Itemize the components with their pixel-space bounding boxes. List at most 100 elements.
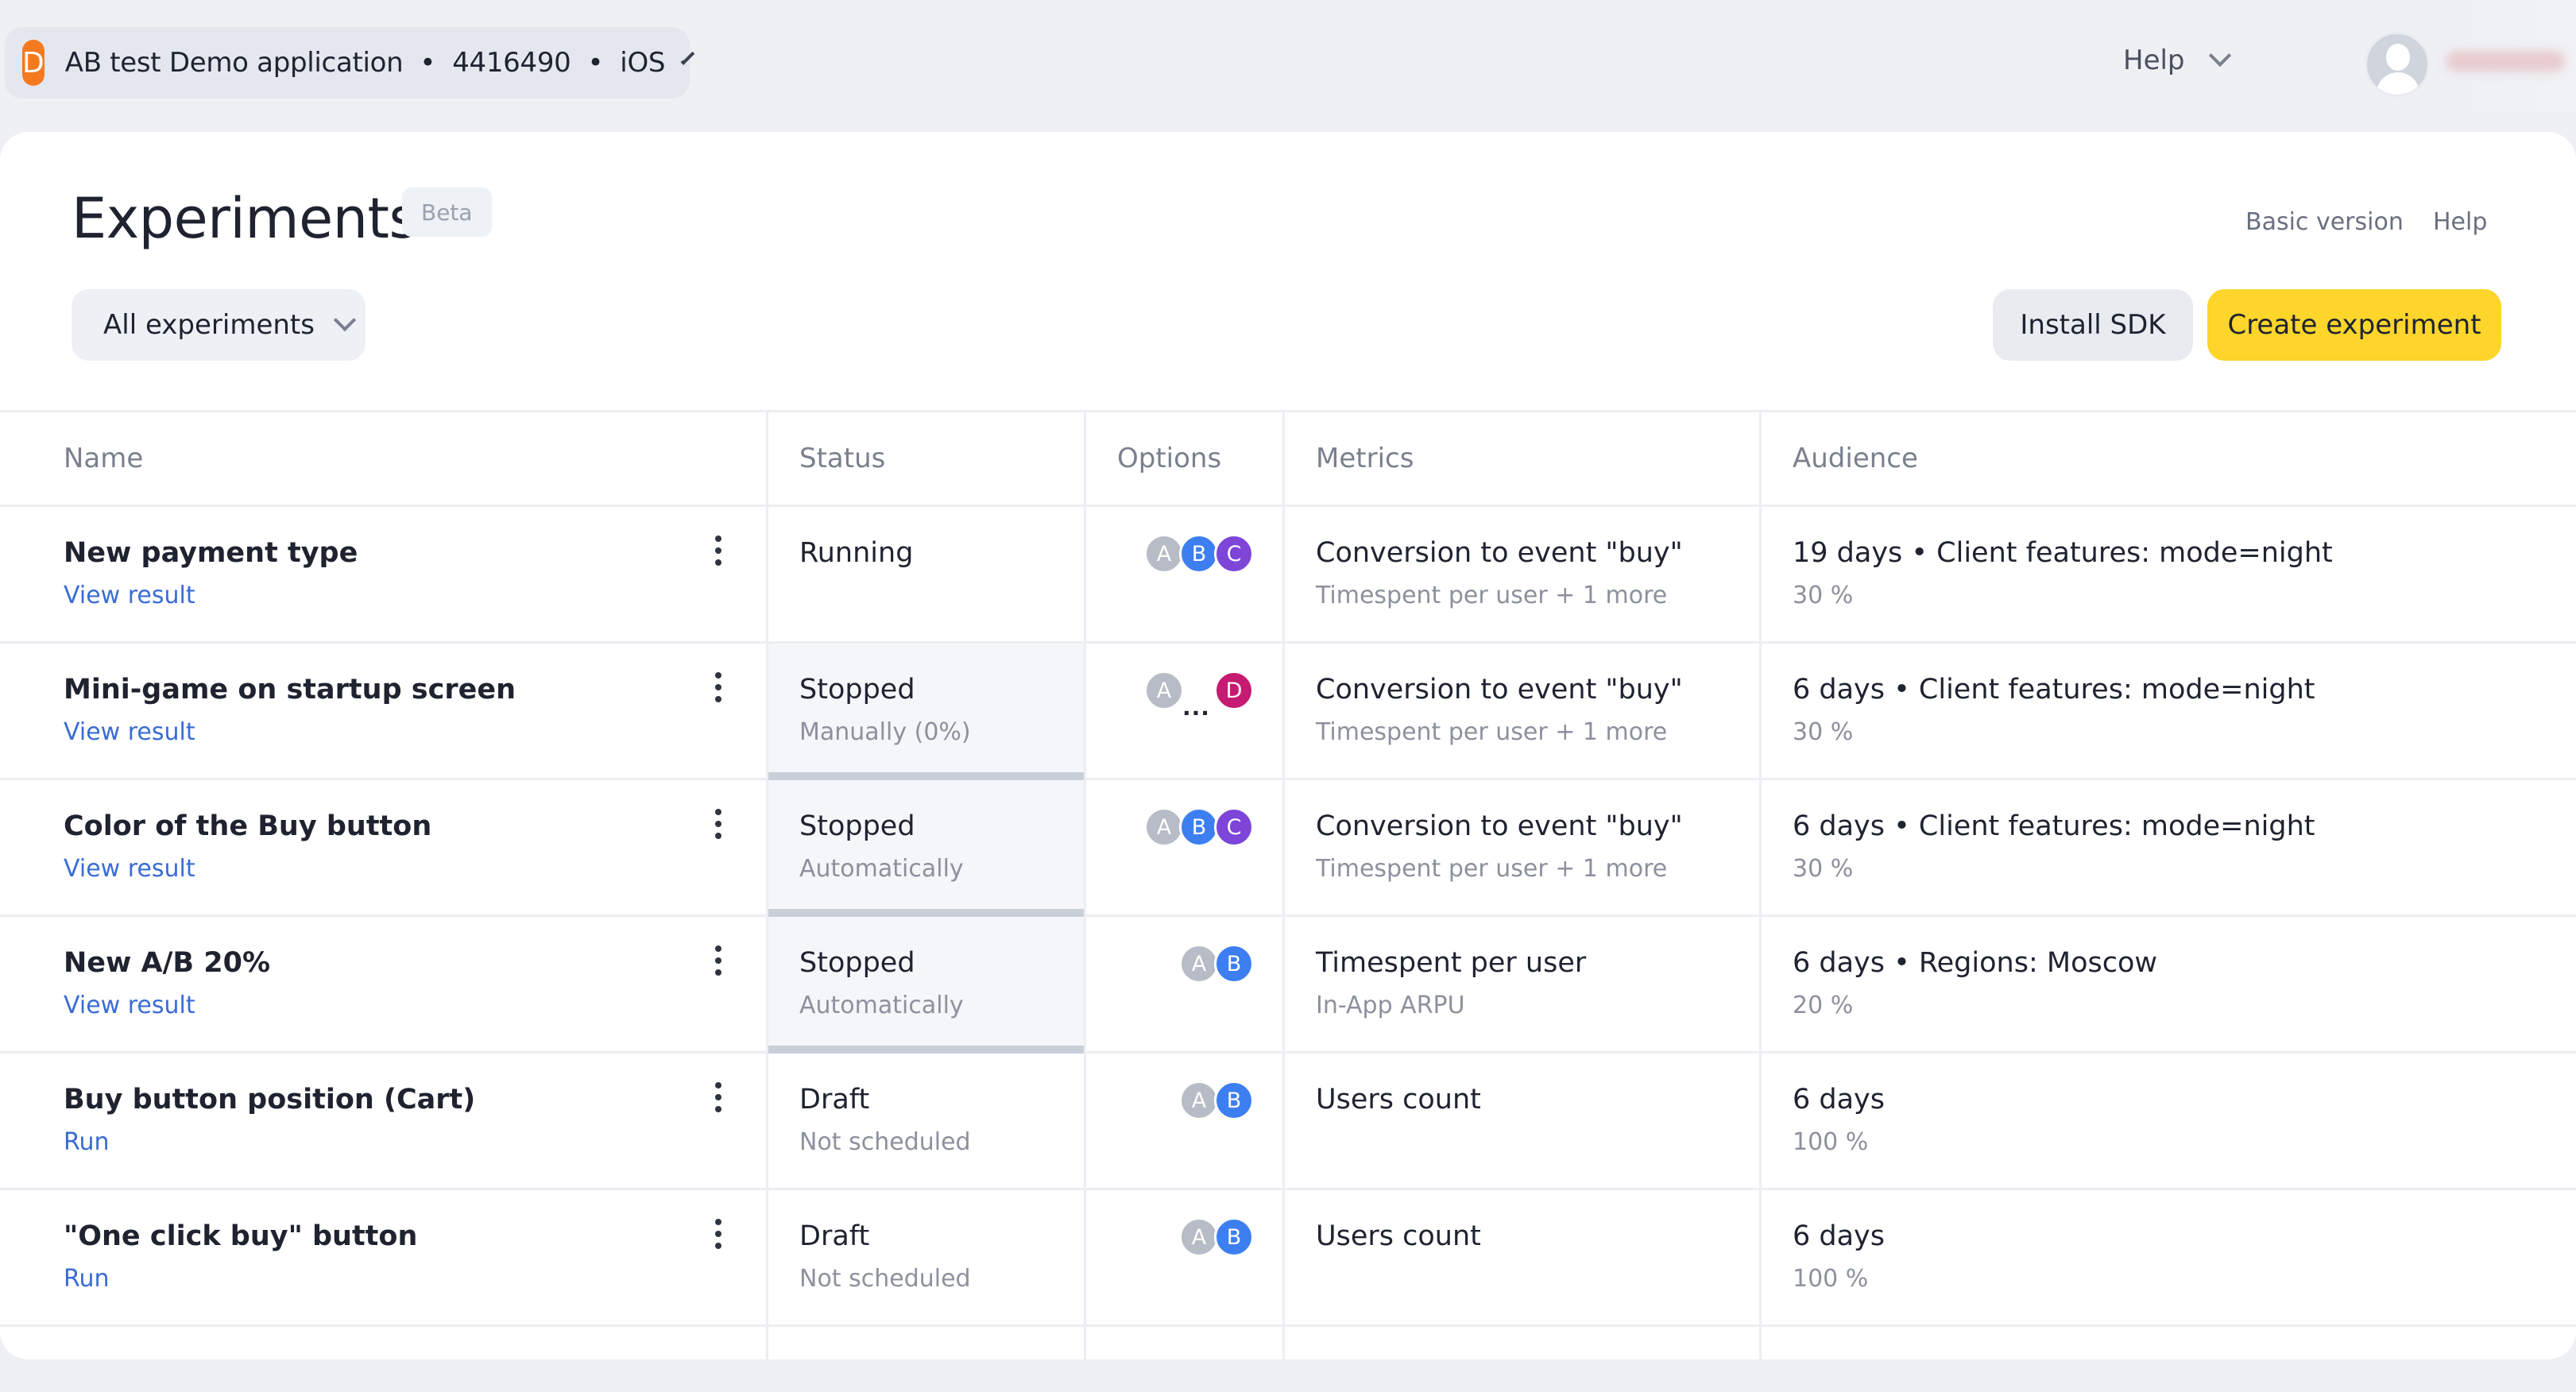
option-variant-b: B <box>1214 944 1254 984</box>
more-vertical-icon[interactable] <box>715 1219 721 1255</box>
status-text: Draft <box>799 1220 870 1252</box>
column-divider <box>1759 410 1762 1359</box>
app-title: AB test Demo application • 4416490 • iOS <box>64 47 666 79</box>
row-action-link[interactable]: Run <box>64 1128 110 1156</box>
table-header: Name Status Options Metrics Audience <box>0 410 2576 507</box>
audience-secondary: 30 % <box>1793 718 1854 746</box>
status-text: Draft <box>799 1084 870 1116</box>
audience-secondary: 100 % <box>1793 1265 1869 1293</box>
basic-version-link[interactable]: Basic version <box>2245 208 2404 236</box>
option-variant-b: B <box>1214 1081 1254 1120</box>
chevron-down-icon <box>2208 44 2231 68</box>
experiment-name[interactable]: Mini-game on startup screen <box>64 674 516 706</box>
top-help-menu[interactable]: Help <box>2123 44 2231 76</box>
option-variant-a: A <box>1179 944 1219 984</box>
beta-badge: Beta <box>402 188 492 237</box>
status-progress-bar <box>768 1046 1085 1054</box>
metric-secondary: In-App ARPU <box>1316 992 1465 1019</box>
option-variant-a: A <box>1144 534 1184 574</box>
status-text: Running <box>799 537 914 569</box>
avatar-head <box>2386 44 2410 71</box>
metric-primary: Users count <box>1316 1220 1481 1252</box>
column-divider <box>766 410 768 1359</box>
more-vertical-icon[interactable] <box>715 536 721 571</box>
audience-secondary: 30 % <box>1793 855 1854 883</box>
audience-primary: 6 days <box>1793 1084 1886 1116</box>
status-progress-bar <box>768 909 1085 917</box>
audience-primary: 19 days • Client features: mode=night <box>1793 537 2333 569</box>
more-vertical-icon[interactable] <box>715 809 721 845</box>
option-variant-a: A <box>1179 1217 1219 1257</box>
experiment-name[interactable]: "One click buy" button <box>64 1220 417 1252</box>
help-link[interactable]: Help <box>2433 208 2487 236</box>
table-row[interactable]: New payment type View result Running A B C Con… <box>0 507 2576 644</box>
option-variant-a: A <box>1144 807 1184 847</box>
column-audience[interactable]: Audience <box>1793 443 1918 474</box>
status-cell-bg <box>768 644 1085 778</box>
audience-secondary: 20 % <box>1793 992 1854 1019</box>
status-cell-bg <box>768 780 1085 914</box>
filter-label: All experiments <box>103 309 315 341</box>
row-action-link[interactable]: View result <box>64 582 195 609</box>
status-subtext: Automatically <box>799 855 964 883</box>
status-text: Stopped <box>799 810 915 842</box>
options-more: ... <box>1182 694 1210 721</box>
column-metrics[interactable]: Metrics <box>1316 443 1414 474</box>
main-card: Experiments Beta Basic version Help All … <box>0 132 2576 1359</box>
option-variant-d: D <box>1214 671 1254 710</box>
experiment-name[interactable]: New A/B 20% <box>64 947 270 979</box>
install-sdk-button[interactable]: Install SDK <box>1993 289 2193 361</box>
column-options[interactable]: Options <box>1117 443 1221 474</box>
audience-secondary: 100 % <box>1793 1128 1869 1156</box>
metric-primary: Conversion to event "buy" <box>1316 674 1683 706</box>
status-subtext: Not scheduled <box>799 1265 971 1293</box>
status-subtext: Not scheduled <box>799 1128 971 1156</box>
option-variant-b: B <box>1214 1217 1254 1257</box>
status-text: Stopped <box>799 674 915 706</box>
table-row[interactable]: New A/B 20% View result Stopped Automatical… <box>0 917 2576 1054</box>
table-row[interactable]: Buy button position (Cart) Run Draft Not sc… <box>0 1054 2576 1190</box>
experiment-name[interactable]: New payment type <box>64 537 358 569</box>
app-switcher[interactable]: D AB test Demo application • 4416490 • i… <box>5 27 695 99</box>
option-variant-c: C <box>1214 534 1254 574</box>
metric-primary: Users count <box>1316 1084 1481 1116</box>
status-cell-bg <box>768 917 1085 1051</box>
app-badge: D <box>22 40 44 86</box>
experiment-name[interactable]: Color of the Buy button <box>64 810 431 842</box>
metric-secondary: Timespent per user + 1 more <box>1316 718 1668 746</box>
chevron-down-icon <box>333 308 357 332</box>
more-vertical-icon[interactable] <box>715 945 721 981</box>
experiments-filter[interactable]: All experiments <box>72 289 366 361</box>
row-action-link[interactable]: View result <box>64 855 195 883</box>
page-title: Experiments <box>72 186 418 251</box>
option-variant-c: C <box>1214 807 1254 847</box>
metric-primary: Timespent per user <box>1316 947 1587 979</box>
table-row[interactable]: Color of the Buy button View result Stoppe… <box>0 780 2576 917</box>
create-experiment-button[interactable]: Create experiment <box>2207 289 2501 361</box>
audience-primary: 6 days • Client features: mode=night <box>1793 810 2315 842</box>
audience-primary: 6 days • Client features: mode=night <box>1793 674 2315 706</box>
user-avatar[interactable] <box>2365 32 2430 97</box>
option-variant-b: B <box>1179 807 1219 847</box>
table-row[interactable]: Mini-game on startup screen View result St… <box>0 644 2576 780</box>
audience-primary: 6 days • Regions: Moscow <box>1793 947 2157 979</box>
row-action-link[interactable]: View result <box>64 992 195 1019</box>
column-divider <box>1084 410 1086 1359</box>
option-variant-a: A <box>1144 671 1184 710</box>
audience-primary: 6 days <box>1793 1220 1886 1252</box>
column-status[interactable]: Status <box>799 443 885 474</box>
top-help-label: Help <box>2123 44 2185 76</box>
status-subtext: Automatically <box>799 992 964 1019</box>
more-vertical-icon[interactable] <box>715 1082 721 1118</box>
experiment-name[interactable]: Buy button position (Cart) <box>64 1084 475 1116</box>
status-text: Stopped <box>799 947 915 979</box>
metric-secondary: Timespent per user + 1 more <box>1316 582 1668 609</box>
option-variant-a: A <box>1179 1081 1219 1120</box>
metric-secondary: Timespent per user + 1 more <box>1316 855 1668 883</box>
row-action-link[interactable]: Run <box>64 1265 110 1293</box>
column-name[interactable]: Name <box>64 443 143 474</box>
metric-primary: Conversion to event "buy" <box>1316 537 1683 569</box>
row-action-link[interactable]: View result <box>64 718 195 746</box>
table-row[interactable]: "One click buy" button Run Draft Not schedu… <box>0 1190 2576 1327</box>
more-vertical-icon[interactable] <box>715 672 721 708</box>
